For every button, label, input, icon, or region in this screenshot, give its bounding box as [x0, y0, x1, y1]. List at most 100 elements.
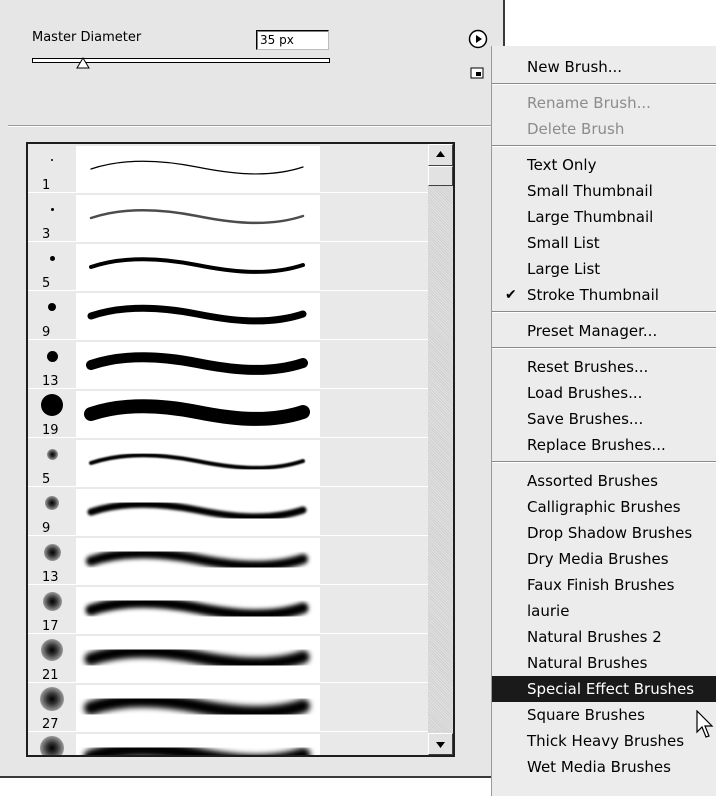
- menu-item[interactable]: Small List: [492, 230, 716, 256]
- menu-item-label: laurie: [527, 602, 570, 620]
- menu-item-label: Load Brushes...: [527, 384, 643, 402]
- brush-tip-preview: [42, 591, 62, 611]
- brush-row[interactable]: [28, 732, 428, 755]
- brush-tip-preview: [49, 255, 55, 261]
- menu-item-label: Thick Heavy Brushes: [527, 732, 685, 750]
- menu-item[interactable]: Square Brushes: [492, 702, 716, 728]
- menu-item[interactable]: Calligraphic Brushes: [492, 494, 716, 520]
- brush-rows: 1 3 5 9 13 19 5 9 13 17 21 27: [28, 144, 428, 755]
- scroll-down-button[interactable]: [428, 733, 453, 755]
- stroke-thumbnail: [76, 489, 320, 535]
- menu-item[interactable]: Natural Brushes 2: [492, 624, 716, 650]
- stroke-thumbnail: [76, 636, 320, 682]
- stroke-thumbnail: [76, 391, 320, 437]
- menu-item-label: Large List: [527, 260, 601, 278]
- brush-tip-preview: [43, 543, 61, 561]
- menu-item-label: Drop Shadow Brushes: [527, 524, 693, 542]
- menu-separator: [492, 347, 716, 349]
- brush-size-label: 3: [42, 227, 51, 242]
- menu-item[interactable]: New Brush...: [492, 54, 716, 80]
- menu-separator: [492, 83, 716, 85]
- brush-tip-preview: [50, 207, 54, 211]
- brush-tip-preview: [40, 687, 64, 711]
- menu-item: Delete Brush: [492, 116, 716, 142]
- brush-size-label: 21: [42, 668, 59, 683]
- brush-size-label: 13: [42, 374, 59, 389]
- menu-item[interactable]: laurie: [492, 598, 716, 624]
- brush-size-label: 9: [42, 521, 51, 536]
- menu-item[interactable]: ✔ Stroke Thumbnail: [492, 282, 716, 308]
- menu-item[interactable]: Large List: [492, 256, 716, 282]
- brush-preset-list[interactable]: 1 3 5 9 13 19 5 9 13 17 21 27: [26, 142, 455, 757]
- stroke-thumbnail: [76, 293, 320, 339]
- menu-item-label: Large Thumbnail: [527, 208, 654, 226]
- menu-item[interactable]: Assorted Brushes: [492, 468, 716, 494]
- menu-item-label: Dry Media Brushes: [527, 550, 669, 568]
- menu-separator: [492, 461, 716, 463]
- menu-item-label: Save Brushes...: [527, 410, 644, 428]
- menu-item: Rename Brush...: [492, 90, 716, 116]
- menu-item-label: Natural Brushes: [527, 654, 648, 672]
- stroke-thumbnail: [76, 587, 320, 633]
- menu-item[interactable]: Natural Brushes: [492, 650, 716, 676]
- menu-item[interactable]: Reset Brushes...: [492, 354, 716, 380]
- vertical-scrollbar[interactable]: [428, 144, 453, 755]
- brush-tip-preview: [45, 496, 59, 510]
- menu-item[interactable]: Replace Brushes...: [492, 432, 716, 458]
- brush-row[interactable]: 13: [28, 340, 428, 389]
- menu-item[interactable]: Save Brushes...: [492, 406, 716, 432]
- master-diameter-label: Master Diameter: [32, 30, 142, 45]
- stroke-thumbnail: [76, 685, 320, 731]
- brush-row[interactable]: 19: [28, 389, 428, 438]
- menu-item[interactable]: Dry Media Brushes: [492, 546, 716, 572]
- menu-item[interactable]: Thick Heavy Brushes: [492, 728, 716, 754]
- brush-size-label: 13: [42, 570, 59, 585]
- brush-row[interactable]: 17: [28, 585, 428, 634]
- menu-item[interactable]: Small Thumbnail: [492, 178, 716, 204]
- brush-tip-preview: [51, 159, 53, 161]
- menu-item[interactable]: Special Effect Brushes: [492, 676, 716, 702]
- menu-item[interactable]: Large Thumbnail: [492, 204, 716, 230]
- scroll-thumb[interactable]: [428, 166, 453, 186]
- brush-size-label: 19: [42, 423, 59, 438]
- brush-row[interactable]: 3: [28, 193, 428, 242]
- brush-row[interactable]: 21: [28, 634, 428, 683]
- menu-item[interactable]: Wet Media Brushes: [492, 754, 716, 780]
- brush-tip-preview: [46, 448, 58, 460]
- stroke-thumbnail: [76, 538, 320, 584]
- brush-tip-preview: [48, 303, 56, 311]
- menu-item[interactable]: Preset Manager...: [492, 318, 716, 344]
- stroke-thumbnail: [76, 195, 320, 241]
- slider-thumb[interactable]: [75, 57, 90, 69]
- menu-item[interactable]: Faux Finish Brushes: [492, 572, 716, 598]
- brush-row[interactable]: 5: [28, 242, 428, 291]
- master-diameter-input[interactable]: [256, 30, 329, 50]
- menu-item-label: Preset Manager...: [527, 322, 658, 340]
- stroke-thumbnail: [76, 342, 320, 388]
- brush-row[interactable]: 1: [28, 144, 428, 193]
- brush-row[interactable]: 9: [28, 487, 428, 536]
- menu-separator: [492, 145, 716, 147]
- brush-size-label: 5: [42, 276, 51, 291]
- brush-tip-preview: [41, 639, 63, 661]
- brush-row[interactable]: 13: [28, 536, 428, 585]
- menu-item[interactable]: Load Brushes...: [492, 380, 716, 406]
- menu-item[interactable]: Drop Shadow Brushes: [492, 520, 716, 546]
- brush-size-label: 17: [42, 619, 59, 634]
- brush-tip-preview: [46, 350, 58, 362]
- play-circle-icon[interactable]: [468, 29, 488, 49]
- new-brush-icon[interactable]: [470, 67, 484, 79]
- brush-row[interactable]: 9: [28, 291, 428, 340]
- menu-item-label: Natural Brushes 2: [527, 628, 662, 646]
- panel-divider: [8, 125, 505, 127]
- menu-item-label: Delete Brush: [527, 120, 625, 138]
- stroke-thumbnail: [76, 146, 320, 192]
- menu-item-label: Assorted Brushes: [527, 472, 658, 490]
- brush-row[interactable]: 27: [28, 683, 428, 732]
- brush-row[interactable]: 5: [28, 438, 428, 487]
- scroll-up-button[interactable]: [428, 144, 453, 166]
- menu-item[interactable]: Text Only: [492, 152, 716, 178]
- menu-separator: [492, 311, 716, 313]
- brush-size-label: 27: [42, 717, 59, 732]
- menu-item-label: Square Brushes: [527, 706, 645, 724]
